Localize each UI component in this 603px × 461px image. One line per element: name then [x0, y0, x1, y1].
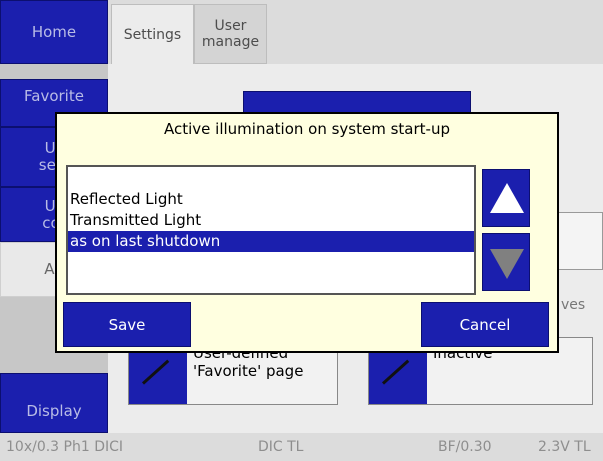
status-objective: 10x/0.3 Ph1 DICI	[6, 439, 124, 455]
triangle-down-icon	[490, 249, 524, 279]
sidebar-item-home[interactable]: Home	[0, 0, 108, 64]
list-item-transmitted[interactable]: Transmitted Light	[68, 210, 474, 231]
tab-user-manage[interactable]: User manage	[194, 4, 267, 64]
tab-label: User manage	[201, 18, 260, 50]
triangle-up-icon	[490, 183, 524, 213]
scroll-up-button[interactable]	[482, 169, 530, 227]
sidebar-item-label: Home	[31, 22, 77, 41]
sidebar-item-label: Display	[26, 402, 82, 420]
sidebar-item-label: Favorite	[24, 87, 84, 105]
list-item-reflected[interactable]: Reflected Light	[68, 189, 474, 210]
cancel-label: Cancel	[459, 315, 511, 334]
illumination-listbox[interactable]: Reflected Light Transmitted Light as on …	[66, 165, 476, 295]
tab-settings[interactable]: Settings	[111, 4, 194, 64]
sidebar-item-display[interactable]: Display	[0, 373, 108, 433]
status-field: BF/0.30	[438, 439, 492, 455]
partial-label: ves	[561, 297, 586, 313]
scroll-down-button[interactable]	[482, 233, 530, 291]
list-item-last-shutdown[interactable]: as on last shutdown	[68, 231, 474, 252]
save-button[interactable]: Save	[63, 302, 191, 347]
status-voltage: 2.3V TL	[538, 439, 591, 455]
cancel-button[interactable]: Cancel	[421, 302, 549, 347]
dialog-title: Active illumination on system start-up	[164, 120, 450, 138]
status-contrast: DIC TL	[258, 439, 304, 455]
status-bar: 10x/0.3 Ph1 DICI DIC TL BF/0.30 2.3V TL	[0, 433, 603, 461]
illumination-dialog: Active illumination on system start-up R…	[55, 112, 559, 353]
save-label: Save	[108, 315, 146, 334]
tab-bar: Settings User manage	[108, 0, 603, 64]
tab-label: Settings	[123, 26, 182, 43]
